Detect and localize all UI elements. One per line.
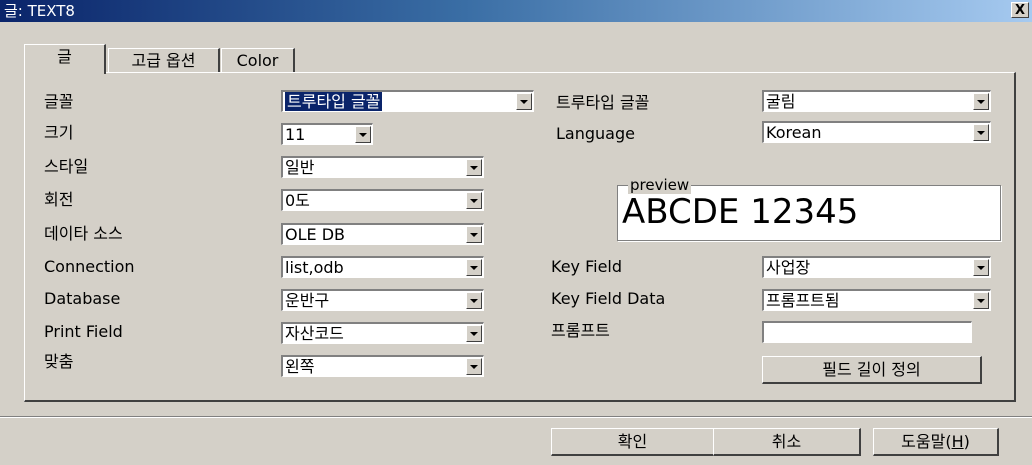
tab-advanced-options-label: 고급 옵션 — [131, 51, 196, 70]
connection-select-value: list,odb — [285, 258, 344, 277]
ok-button[interactable]: 확인 — [551, 428, 715, 456]
style-select-value: 일반 — [285, 158, 315, 177]
language-label: Language — [556, 124, 635, 143]
align-label: 맞춤 — [44, 352, 74, 371]
help-button-hotkey: H — [951, 432, 964, 451]
data-source-select[interactable]: OLE DB — [281, 223, 484, 245]
print-field-select[interactable]: 자산코드 — [281, 322, 484, 344]
rotation-select-value: 0도 — [285, 191, 310, 210]
title-bar: 글: TEXT8 X — [0, 0, 1032, 22]
print-field-label: Print Field — [44, 322, 123, 341]
chevron-down-icon[interactable] — [973, 93, 989, 110]
key-field-data-label: Key Field Data — [551, 289, 666, 308]
help-button-label: 도움말( — [901, 432, 952, 451]
style-label: 스타일 — [44, 157, 89, 176]
data-source-select-value: OLE DB — [285, 225, 345, 244]
key-field-select[interactable]: 사업장 — [762, 256, 991, 278]
chevron-down-icon[interactable] — [466, 192, 482, 209]
tab-font-label: 글 — [57, 47, 72, 66]
size-select[interactable]: 11 — [281, 123, 373, 145]
font-select[interactable]: 트루타입 글꼴 — [281, 90, 534, 112]
key-field-data-select[interactable]: 프롬프트됨 — [762, 289, 991, 311]
tab-color[interactable]: Color — [221, 48, 295, 72]
rotation-select[interactable]: 0도 — [281, 189, 484, 211]
close-icon: X — [1014, 3, 1026, 18]
size-select-value: 11 — [285, 125, 306, 144]
rotation-label: 회전 — [44, 190, 74, 209]
window-title: 글: TEXT8 — [4, 2, 75, 20]
language-select[interactable]: Korean — [762, 121, 991, 143]
truetype-font-label: 트루타입 글꼴 — [556, 93, 650, 112]
data-source-label: 데이타 소스 — [44, 224, 123, 243]
database-select-value: 운반구 — [285, 291, 330, 310]
chevron-down-icon[interactable] — [973, 124, 989, 141]
tab-advanced-options[interactable]: 고급 옵션 — [108, 48, 220, 72]
align-select-value: 왼쪽 — [285, 357, 315, 376]
chevron-down-icon[interactable] — [466, 159, 482, 176]
truetype-font-select-value: 굴림 — [766, 92, 796, 111]
help-button[interactable]: 도움말(H) — [873, 428, 999, 456]
define-field-length-button[interactable]: 필드 길이 정의 — [762, 356, 982, 384]
database-select[interactable]: 운반구 — [281, 289, 484, 311]
connection-label: Connection — [44, 257, 135, 276]
chevron-down-icon[interactable] — [973, 259, 989, 276]
size-label: 크기 — [44, 123, 74, 142]
chevron-down-icon[interactable] — [466, 292, 482, 309]
database-label: Database — [44, 289, 121, 308]
help-button-label-close: ) — [963, 432, 970, 451]
chevron-down-icon[interactable] — [466, 226, 482, 243]
language-select-value: Korean — [766, 123, 822, 142]
connection-select[interactable]: list,odb — [281, 256, 484, 278]
style-select[interactable]: 일반 — [281, 156, 484, 178]
chevron-down-icon[interactable] — [466, 259, 482, 276]
truetype-font-select[interactable]: 굴림 — [762, 90, 991, 112]
font-label: 글꼴 — [44, 92, 74, 111]
chevron-down-icon[interactable] — [516, 93, 532, 110]
font-select-value: 트루타입 글꼴 — [285, 92, 383, 111]
cancel-button[interactable]: 취소 — [713, 428, 861, 456]
tab-color-label: Color — [236, 51, 279, 70]
close-button[interactable]: X — [1011, 2, 1029, 18]
prompt-label: 프롬프트 — [551, 321, 610, 340]
chevron-down-icon[interactable] — [466, 358, 482, 375]
prompt-input[interactable] — [762, 321, 972, 343]
bottom-separator — [0, 416, 1032, 418]
tab-font[interactable]: 글 — [24, 44, 106, 74]
key-field-select-value: 사업장 — [766, 258, 811, 277]
preview-text: ABCDE 12345 — [622, 192, 859, 232]
chevron-down-icon[interactable] — [466, 325, 482, 342]
chevron-down-icon[interactable] — [355, 126, 371, 143]
chevron-down-icon[interactable] — [973, 292, 989, 309]
key-field-data-select-value: 프롬프트됨 — [766, 291, 840, 310]
key-field-label: Key Field — [551, 257, 623, 276]
align-select[interactable]: 왼쪽 — [281, 355, 484, 377]
print-field-select-value: 자산코드 — [285, 324, 344, 343]
